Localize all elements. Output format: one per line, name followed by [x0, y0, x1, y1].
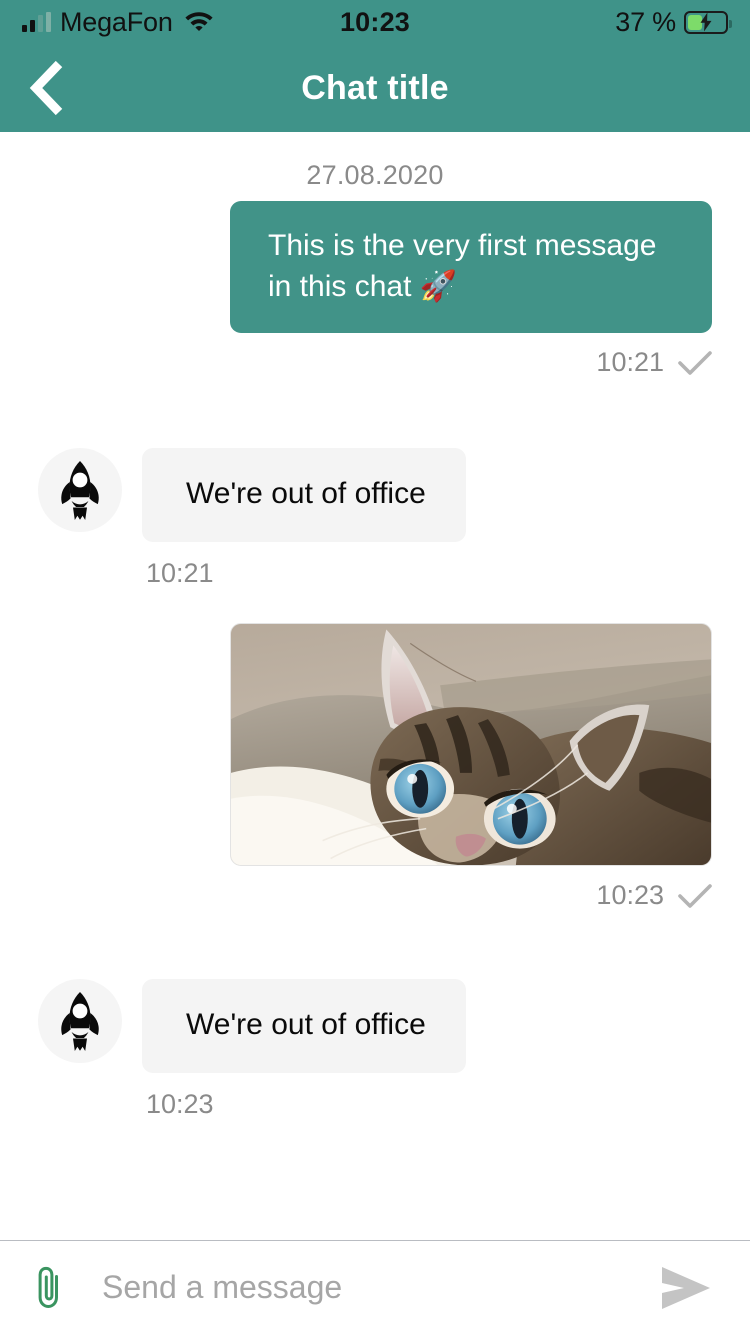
- chat-screen: MegaFon 10:23 37 % Chat title 27.08.2020…: [0, 0, 750, 1334]
- message-input[interactable]: [86, 1269, 642, 1306]
- back-button[interactable]: [0, 44, 92, 132]
- chat-header: Chat title: [0, 44, 750, 132]
- status-bar-left: MegaFon: [22, 6, 214, 37]
- paperclip-icon: [38, 1266, 58, 1308]
- message-time: 10:23: [146, 1089, 214, 1119]
- message-meta: 10:23: [596, 866, 712, 911]
- message-content-column: We're out of office 10:23: [142, 979, 466, 1120]
- battery-percent-label: 37 %: [615, 6, 676, 37]
- message-bubble[interactable]: We're out of office: [142, 979, 466, 1073]
- message-row-outgoing-photo: 10:23: [0, 623, 750, 911]
- message-meta: 10:21: [596, 333, 712, 378]
- check-icon: [678, 883, 712, 908]
- message-row-incoming: We're out of office 10:21: [0, 448, 750, 589]
- chevron-left-icon: [29, 60, 63, 116]
- photo-message[interactable]: [230, 623, 712, 866]
- rocket-avatar-icon: [61, 992, 99, 1051]
- message-bubble[interactable]: This is the very first message in this c…: [230, 201, 712, 333]
- send-arrow-icon: [662, 1266, 710, 1309]
- message-row-outgoing: This is the very first message in this c…: [0, 201, 750, 378]
- avatar: [38, 448, 122, 532]
- kitten-photo: [231, 624, 711, 865]
- check-icon: [678, 350, 712, 375]
- message-time: 10:23: [596, 880, 664, 910]
- message-row-incoming: We're out of office 10:23: [0, 979, 750, 1120]
- battery-charging-icon: [684, 10, 732, 34]
- message-content-column: We're out of office 10:21: [142, 448, 466, 589]
- status-bar-right: 37 %: [615, 6, 732, 38]
- rocket-avatar-icon: [61, 461, 99, 520]
- signal-bars-icon: [22, 12, 51, 32]
- message-time: 10:21: [146, 558, 214, 588]
- attach-button[interactable]: [20, 1256, 78, 1320]
- avatar: [38, 979, 122, 1063]
- message-time: 10:21: [596, 347, 664, 377]
- send-button[interactable]: [650, 1256, 722, 1320]
- wifi-icon: [184, 9, 214, 36]
- status-bar: MegaFon 10:23 37 %: [0, 0, 750, 44]
- message-bubble[interactable]: We're out of office: [142, 448, 466, 542]
- page-title: Chat title: [301, 68, 449, 107]
- message-composer: [0, 1240, 750, 1334]
- date-separator: 27.08.2020: [306, 160, 444, 190]
- carrier-label: MegaFon: [60, 6, 173, 37]
- message-list[interactable]: 27.08.2020 This is the very first messag…: [0, 132, 750, 1240]
